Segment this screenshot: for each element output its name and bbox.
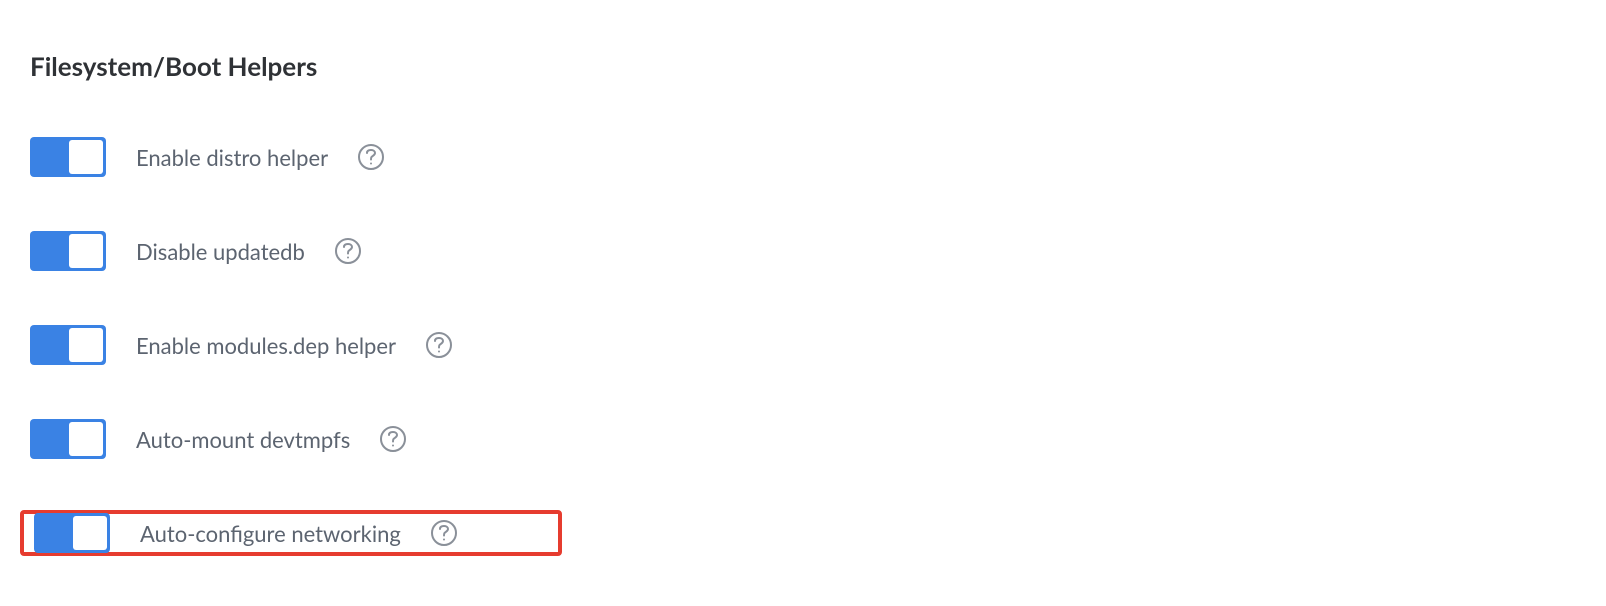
toggle-label: Enable modules.dep helper [136, 332, 396, 359]
toggle-autoconfigure-networking[interactable] [34, 513, 110, 553]
help-icon[interactable] [426, 332, 452, 358]
section-title: Filesystem/Boot Helpers [30, 50, 1576, 82]
toggle-label: Enable distro helper [136, 144, 328, 171]
help-icon[interactable] [380, 426, 406, 452]
toggle-row-disable-updatedb: Disable updatedb [30, 228, 1576, 274]
toggle-knob [69, 422, 103, 456]
toggle-label: Disable updatedb [136, 238, 305, 265]
toggle-row-distro-helper: Enable distro helper [30, 134, 1576, 180]
toggle-row-modules-dep: Enable modules.dep helper [30, 322, 1576, 368]
toggle-label: Auto-mount devtmpfs [136, 426, 350, 453]
toggle-knob [73, 516, 107, 550]
help-icon[interactable] [335, 238, 361, 264]
toggle-automount-devtmpfs[interactable] [30, 419, 106, 459]
toggle-distro-helper[interactable] [30, 137, 106, 177]
toggle-knob [69, 234, 103, 268]
toggle-row-automount-devtmpfs: Auto-mount devtmpfs [30, 416, 1576, 462]
toggle-label: Auto-configure networking [140, 520, 401, 547]
help-icon[interactable] [431, 520, 457, 546]
help-icon[interactable] [358, 144, 384, 170]
toggle-modules-dep[interactable] [30, 325, 106, 365]
toggle-knob [69, 328, 103, 362]
toggle-disable-updatedb[interactable] [30, 231, 106, 271]
toggle-row-autoconfigure-networking: Auto-configure networking [20, 510, 562, 556]
toggle-knob [69, 140, 103, 174]
